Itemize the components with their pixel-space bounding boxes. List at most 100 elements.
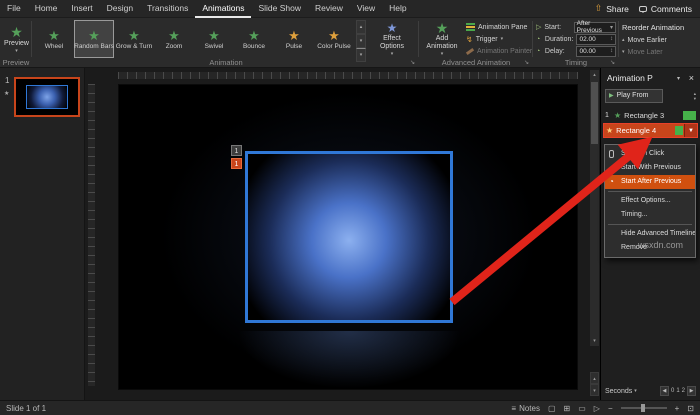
preview-button[interactable]: ★ Preview ▾ xyxy=(2,20,31,58)
animation-order-badge-1[interactable]: 1 xyxy=(231,145,242,156)
animation-painter-button[interactable]: Animation Painter xyxy=(465,45,533,57)
tab-animations[interactable]: Animations xyxy=(195,0,252,18)
item-index: 1 xyxy=(605,111,609,119)
move-later-icon: ▾ xyxy=(622,49,625,55)
slide-canvas[interactable]: 1 1 xyxy=(118,84,578,390)
animation-pane-header: Animation P ▾ × xyxy=(601,70,700,86)
status-bar: Slide 1 of 1 ≡ Notes ▢ ⊞ ▭ ▷ − + ⊡ xyxy=(0,400,700,415)
play-from-button[interactable]: ▶ Play From xyxy=(605,88,663,103)
animation-dialog-launcher-icon[interactable]: ↘ xyxy=(410,59,415,66)
zoom-out-button[interactable]: − xyxy=(608,404,613,413)
reorder-arrows[interactable]: ▴ ▾ xyxy=(694,91,696,101)
animation-order-badge-2[interactable]: 1 xyxy=(231,158,242,169)
close-icon[interactable]: × xyxy=(689,73,694,83)
animation-option-color-pulse[interactable]: ★ Color Pulse xyxy=(314,20,354,58)
menu-timing[interactable]: Timing... xyxy=(605,208,695,222)
pane-options-dropdown-icon[interactable]: ▾ xyxy=(677,75,680,82)
tab-design[interactable]: Design xyxy=(100,0,140,18)
menu-item-label: Start On Click xyxy=(621,150,665,157)
animation-option-zoom[interactable]: ★ Zoom xyxy=(154,20,194,58)
gallery-scroll-up-button[interactable]: ▴ xyxy=(356,20,366,34)
delay-input[interactable]: 00.00 ↕ xyxy=(576,45,616,57)
menu-hide-advanced-timeline[interactable]: Hide Advanced Timeline xyxy=(605,227,695,241)
animation-item-rectangle-3[interactable]: 1 ★ Rectangle 3 xyxy=(603,108,698,122)
zoom-slider[interactable] xyxy=(620,404,667,412)
scroll-up-icon[interactable]: ▴ xyxy=(590,70,599,80)
ribbon-separator xyxy=(418,21,419,57)
timing-dialog-launcher-icon[interactable]: ↘ xyxy=(610,59,615,66)
reading-view-button[interactable]: ▭ xyxy=(578,404,586,413)
menu-start-on-click[interactable]: Start On Click xyxy=(605,147,695,161)
menu-separator xyxy=(608,191,692,192)
timeline-right-button[interactable]: ▶ xyxy=(687,386,696,396)
color-pulse-label: Color Pulse xyxy=(317,42,351,50)
start-dropdown-icon: ▾ xyxy=(609,24,613,31)
fit-slide-button[interactable]: ⊡ xyxy=(687,404,694,413)
seconds-dropdown[interactable]: Seconds ▾ xyxy=(605,388,637,395)
gallery-scroll-down-button[interactable]: ▾ xyxy=(356,34,366,48)
comments-label: Comments xyxy=(650,3,692,14)
vertical-scrollbar[interactable]: ▴ ▾ xyxy=(590,70,599,346)
delay-spinner-icon: ↕ xyxy=(610,48,613,54)
add-animation-button[interactable]: ★ Add Animation ▾ xyxy=(421,20,463,58)
gallery-scrollbar: ▴ ▾ ▾ xyxy=(356,20,366,62)
animation-item-rectangle-4[interactable]: ★ Rectangle 4 ▼ xyxy=(603,123,698,138)
move-earlier-icon: ▴ xyxy=(622,37,625,43)
zoom-in-button[interactable]: + xyxy=(675,404,680,413)
timeline-left-button[interactable]: ◀ xyxy=(659,386,669,396)
menu-start-after-previous[interactable]: ◔ Start After Previous xyxy=(605,175,695,189)
duration-input[interactable]: 02.00 ↕ xyxy=(576,33,616,45)
animation-option-pulse[interactable]: ★ Pulse xyxy=(274,20,314,58)
next-slide-button[interactable]: ▾ xyxy=(590,384,599,396)
animation-pane-icon xyxy=(466,23,475,31)
timeline-bar[interactable] xyxy=(675,126,683,135)
slide-1-thumbnail[interactable] xyxy=(14,77,80,117)
menu-effect-options[interactable]: Effect Options... xyxy=(605,194,695,208)
pane-timeline-footer: Seconds ▾ ◀ 0 1 2 ▶ xyxy=(601,384,700,398)
menu-start-with-previous[interactable]: Start With Previous xyxy=(605,161,695,175)
share-button[interactable]: ⇧ Share xyxy=(595,3,629,14)
animation-pane: Animation P ▾ × ▶ Play From ▴ ▾ 1 ★ Rect… xyxy=(600,68,700,400)
animation-option-random-bars[interactable]: ★ Random Bars xyxy=(74,20,114,58)
reorder-down-icon[interactable]: ▾ xyxy=(694,96,696,101)
tab-insert[interactable]: Insert xyxy=(64,0,99,18)
zoom-slider-thumb[interactable] xyxy=(640,404,645,412)
group-label-advanced-animation: Advanced Animation xyxy=(441,58,511,67)
advanced-animation-dialog-launcher-icon[interactable]: ↘ xyxy=(524,59,529,66)
random-bars-star-icon: ★ xyxy=(88,27,100,43)
animation-option-wheel[interactable]: ★ Wheel xyxy=(34,20,74,58)
comments-button[interactable]: Comments xyxy=(638,3,692,14)
start-dropdown[interactable]: After Previous ▾ xyxy=(573,20,616,34)
animation-pane-button[interactable]: Animation Pane xyxy=(466,21,530,33)
item-dropdown-button[interactable]: ▼ xyxy=(684,124,697,137)
animation-option-grow-turn[interactable]: ★ Grow & Turn xyxy=(114,20,154,58)
tab-file[interactable]: File xyxy=(0,0,28,18)
slide-sorter-button[interactable]: ⊞ xyxy=(564,404,571,413)
animation-option-swivel[interactable]: ★ Swivel xyxy=(194,20,234,58)
tab-transitions[interactable]: Transitions xyxy=(140,0,195,18)
timeline-tick: 1 xyxy=(676,388,680,394)
trigger-button[interactable]: ↯ Trigger ▾ xyxy=(466,33,530,45)
delay-row: ◔ Delay: 00.00 ↕ xyxy=(536,45,616,57)
slide-shape-rectangle[interactable] xyxy=(245,151,453,323)
ribbon: ★ Preview ▾ ★ Wheel ★ Random Bars ★ Grow… xyxy=(0,18,700,68)
move-later-button[interactable]: ▾ Move Later xyxy=(622,46,698,58)
tab-home[interactable]: Home xyxy=(28,0,65,18)
normal-view-button[interactable]: ▢ xyxy=(548,404,556,413)
animation-painter-label: Animation Painter xyxy=(477,47,533,55)
timeline-bar[interactable] xyxy=(683,110,696,120)
tab-review[interactable]: Review xyxy=(308,0,350,18)
previous-slide-button[interactable]: ▴ xyxy=(590,372,599,384)
slideshow-button[interactable]: ▷ xyxy=(594,404,600,413)
tab-slide-show[interactable]: Slide Show xyxy=(251,0,308,18)
tab-help[interactable]: Help xyxy=(382,0,413,18)
scrollbar-thumb[interactable] xyxy=(591,82,598,144)
animation-option-bounce[interactable]: ★ Bounce xyxy=(234,20,274,58)
move-earlier-button[interactable]: ▴ Move Earlier xyxy=(622,34,698,46)
effect-options-button[interactable]: ★ Effect Options ▾ xyxy=(369,20,415,58)
notes-button[interactable]: ≡ Notes xyxy=(511,404,540,413)
start-value: After Previous xyxy=(576,20,602,34)
scroll-down-icon[interactable]: ▾ xyxy=(590,336,599,346)
tab-view[interactable]: View xyxy=(350,0,382,18)
random-bars-label: Random Bars xyxy=(74,42,114,50)
